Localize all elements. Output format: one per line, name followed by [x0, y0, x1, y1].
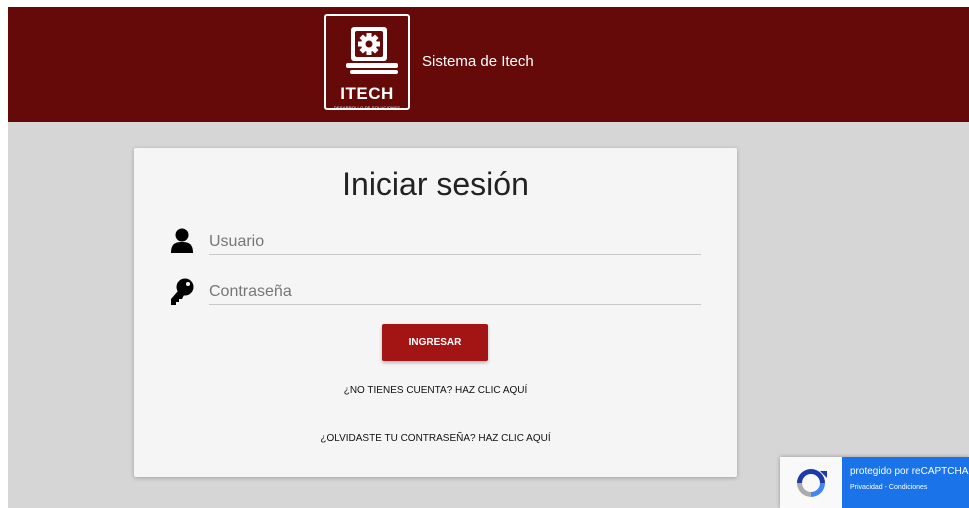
register-link[interactable]: ¿NO TIENES CUENTA? HAZ CLIC AQUÍ: [134, 385, 737, 396]
recaptcha-label: protegido por reCAPTCHA: [850, 466, 969, 477]
logo-text: ITECH: [340, 84, 394, 103]
user-icon: [171, 228, 193, 253]
login-title: Iniciar sesión: [342, 166, 529, 202]
key-icon: [171, 278, 194, 305]
login-card: Iniciar sesión INGRESAR ¿NO TIENES CUENT…: [134, 148, 737, 477]
recaptcha-icon: [797, 469, 827, 497]
main-area: Iniciar sesión INGRESAR ¿NO TIENES CUENT…: [8, 122, 969, 508]
recaptcha-panel: protegido por reCAPTCHA Privacidad - Con…: [842, 457, 969, 508]
forgot-password-link[interactable]: ¿OLVIDASTE TU CONTRASEÑA? HAZ CLIC AQUÍ: [134, 433, 737, 444]
header-bar: ITECH DESARROLLO DE SOLUCIONES Sistema d…: [8, 7, 969, 122]
recaptcha-badge[interactable]: protegido por reCAPTCHA Privacidad - Con…: [780, 457, 969, 508]
login-button[interactable]: INGRESAR: [382, 324, 488, 361]
recaptcha-logo: [780, 457, 842, 508]
recaptcha-links[interactable]: Privacidad - Condiciones: [850, 484, 927, 491]
password-input[interactable]: [209, 280, 701, 305]
site-title: Sistema de Itech: [422, 53, 534, 70]
username-input[interactable]: [209, 230, 701, 255]
itech-logo[interactable]: ITECH DESARROLLO DE SOLUCIONES: [324, 14, 410, 110]
logo-subtext: DESARROLLO DE SOLUCIONES: [333, 105, 401, 110]
